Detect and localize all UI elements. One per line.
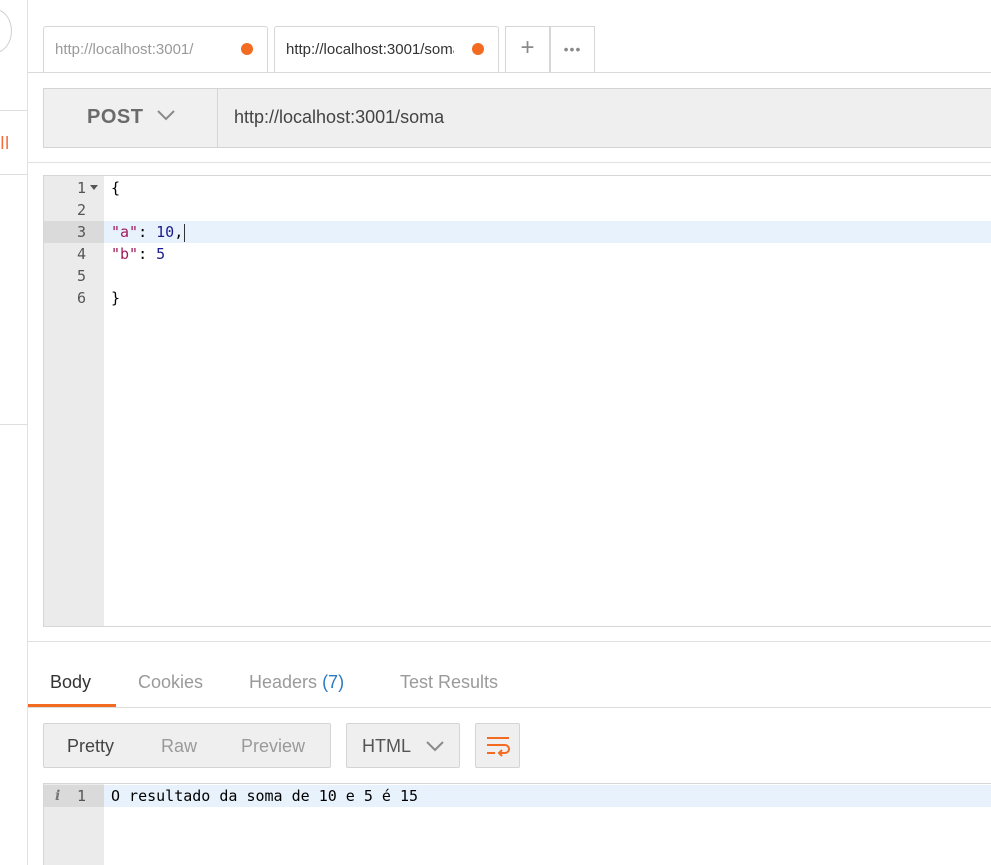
request-tab-active[interactable]: http://localhost:3001/soma <box>274 26 499 72</box>
preview-button[interactable]: Preview <box>241 736 305 757</box>
raw-button[interactable]: Raw <box>161 736 197 757</box>
code-text: "a": 10, <box>111 221 186 243</box>
divider <box>0 110 28 111</box>
line-number: 3 <box>76 223 86 241</box>
line-number: 5 <box>76 267 86 285</box>
response-divider[interactable] <box>28 641 991 642</box>
json-number: 5 <box>156 245 166 263</box>
json-separator: : <box>138 245 157 263</box>
format-label: HTML <box>362 736 411 756</box>
code-line[interactable]: 1 { <box>44 177 991 199</box>
code-line[interactable]: 5 <box>44 265 991 287</box>
code-line[interactable]: 2 <box>44 199 991 221</box>
code-line[interactable]: 4 "b": 5 <box>44 243 991 265</box>
request-body-editor[interactable]: 1 { 2 3 "a": 10, 4 "b": 5 5 6 } <box>43 175 991 627</box>
method-label: POST <box>87 106 144 128</box>
chevron-down-icon <box>426 741 444 752</box>
line-number: 6 <box>76 289 86 307</box>
response-text: O resultado da soma de 10 e 5 é 15 <box>111 787 419 805</box>
line-number: 4 <box>76 245 86 263</box>
text-caret <box>184 223 186 242</box>
code-line[interactable]: 6 } <box>44 287 991 309</box>
line-number: 2 <box>76 201 86 219</box>
json-key: "b" <box>111 245 139 263</box>
line-number: 1 <box>76 787 86 805</box>
tab-label: http://localhost:3001/soma <box>286 41 454 58</box>
format-select[interactable]: HTML <box>346 723 460 768</box>
sidebar-circle-button[interactable] <box>0 9 12 53</box>
tab-test-results[interactable]: Test Results <box>400 672 498 693</box>
divider <box>28 162 991 163</box>
method-select[interactable]: POST <box>44 89 218 147</box>
info-icon: i <box>55 788 61 804</box>
json-key: "a" <box>111 223 139 241</box>
view-mode-group: Pretty Raw Preview <box>43 723 331 768</box>
code-text: { <box>111 179 121 197</box>
unsaved-dot-icon <box>241 43 253 55</box>
divider <box>0 174 28 175</box>
url-input[interactable]: http://localhost:3001/soma <box>219 89 991 147</box>
chevron-down-icon <box>157 110 175 121</box>
request-tab-bar: http://localhost:3001/ http://localhost:… <box>28 0 991 73</box>
tab-cookies[interactable]: Cookies <box>138 672 203 693</box>
code-line-active[interactable]: 3 "a": 10, <box>44 221 991 243</box>
request-tab[interactable]: http://localhost:3001/ <box>43 26 268 72</box>
unsaved-dot-icon <box>472 43 484 55</box>
json-separator: : <box>138 223 157 241</box>
wrap-lines-button[interactable] <box>475 723 520 768</box>
more-tabs-button[interactable]: ••• <box>550 26 595 72</box>
fold-arrow-icon[interactable] <box>90 185 98 190</box>
json-number: 10 <box>156 223 175 241</box>
sidebar-partial-label[interactable]: ll <box>0 134 9 154</box>
code-text: } <box>111 289 121 307</box>
json-comma: , <box>174 223 184 241</box>
response-tabs: Body Cookies Headers (7) Test Results <box>28 660 991 708</box>
pretty-button[interactable]: Pretty <box>67 736 114 757</box>
sidebar: ll <box>0 0 28 865</box>
divider <box>0 424 28 425</box>
headers-count: (7) <box>322 672 345 692</box>
url-text: http://localhost:3001/soma <box>234 107 445 127</box>
response-line[interactable]: i 1 O resultado da soma de 10 e 5 é 15 <box>44 785 991 807</box>
tab-headers[interactable]: Headers (7) <box>249 672 344 693</box>
response-body-viewer[interactable]: i 1 O resultado da soma de 10 e 5 é 15 <box>43 783 991 865</box>
active-tab-indicator <box>28 704 116 707</box>
wrap-lines-icon <box>487 737 510 757</box>
tab-label: http://localhost:3001/ <box>55 41 194 58</box>
tab-body[interactable]: Body <box>50 672 91 693</box>
tab-headers-label: Headers <box>249 672 318 692</box>
code-text: "b": 5 <box>111 243 165 265</box>
line-number: 1 <box>76 179 86 197</box>
request-bar: POST http://localhost:3001/soma <box>43 88 991 148</box>
new-tab-button[interactable]: + <box>505 26 550 72</box>
